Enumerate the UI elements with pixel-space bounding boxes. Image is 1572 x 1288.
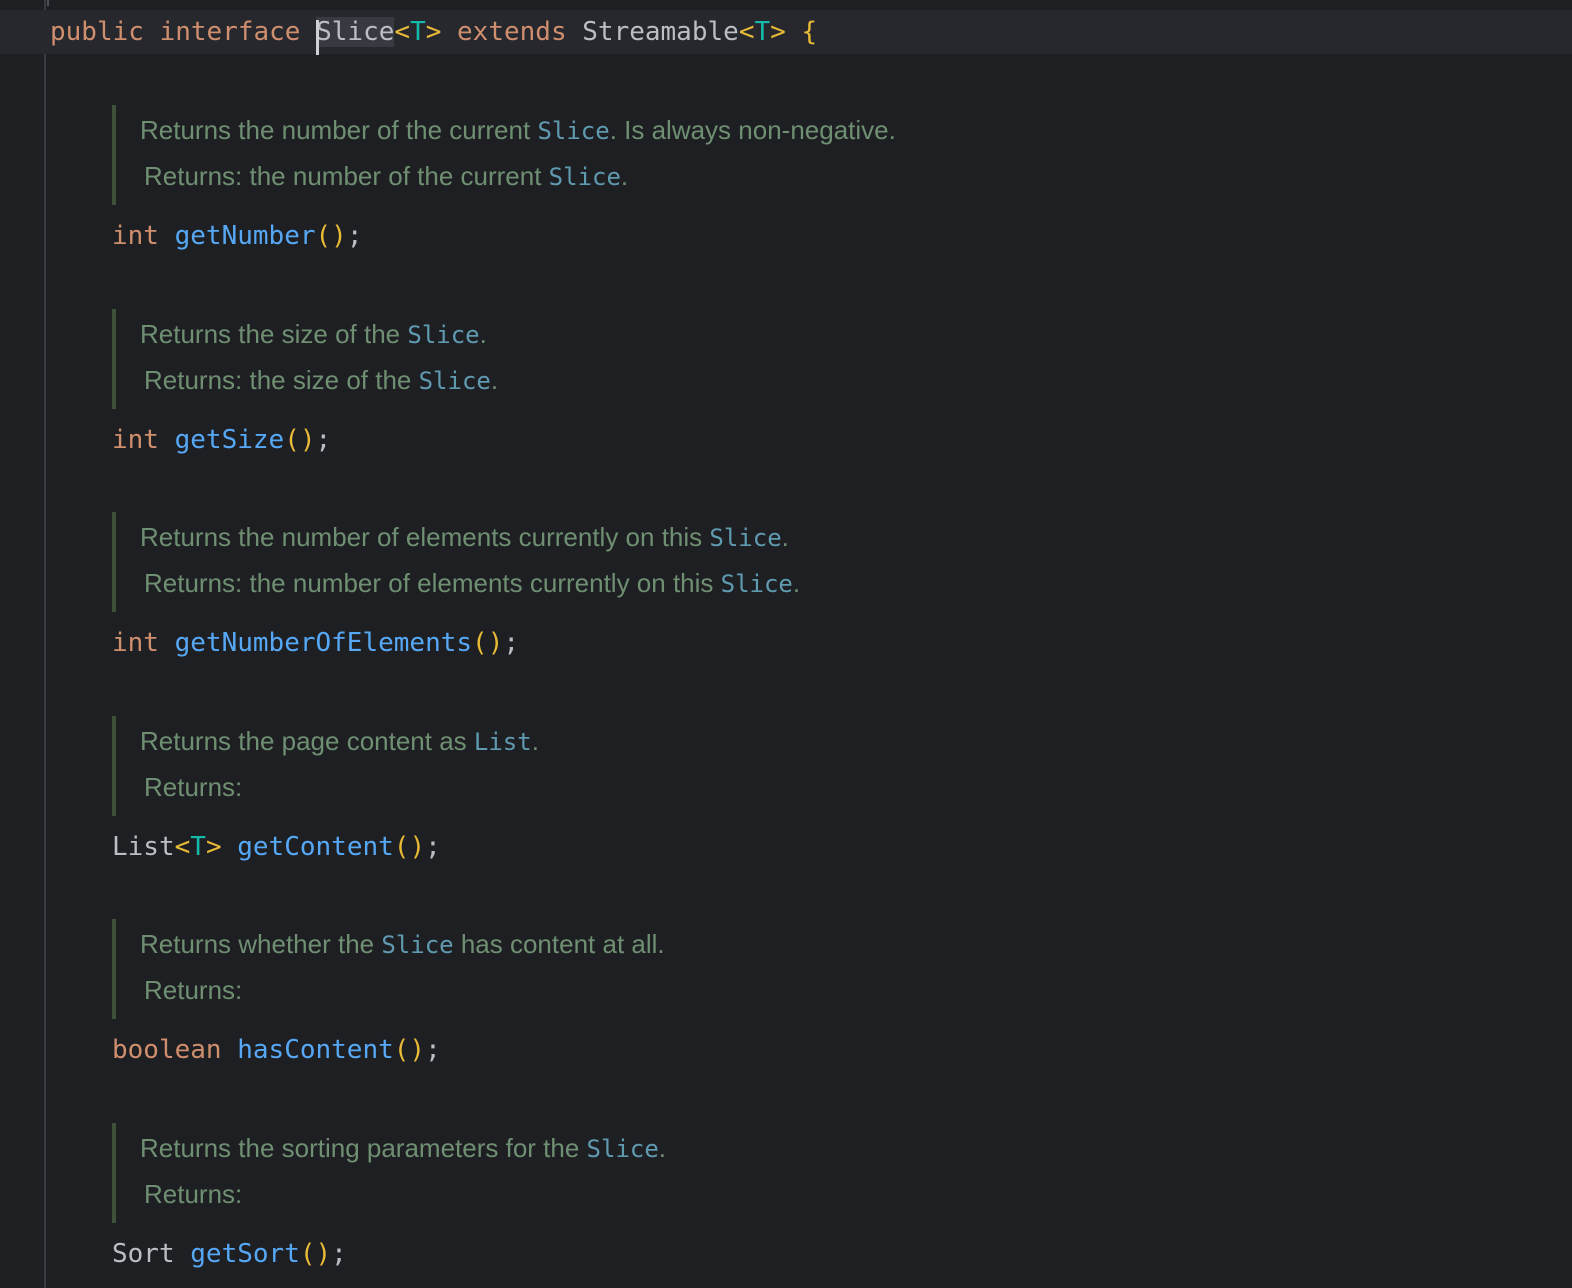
method-declaration[interactable]: Sort getSort();	[112, 1234, 347, 1274]
javadoc-returns: Returns:	[144, 975, 243, 1005]
javadoc-returns: Returns: the number of elements currentl…	[144, 568, 801, 598]
method-name[interactable]: hasContent	[237, 1035, 394, 1065]
method-declaration[interactable]: boolean hasContent();	[112, 1030, 441, 1070]
method-declaration[interactable]: int getNumberOfElements();	[112, 623, 519, 663]
type-parameter: T	[410, 17, 426, 47]
javadoc-block[interactable]: Returns the number of the current Slice.…	[112, 105, 1312, 205]
text-caret	[316, 20, 320, 55]
javadoc-summary: Returns the page content as List.	[140, 726, 539, 756]
parent-interface[interactable]: Streamable	[582, 17, 739, 47]
keyword-interface: interface	[159, 17, 301, 47]
method-name[interactable]: getContent	[237, 832, 394, 862]
javadoc-bar	[112, 105, 116, 205]
javadoc-summary: Returns the number of the current Slice.…	[140, 115, 896, 145]
interface-name[interactable]: Slice	[316, 17, 395, 55]
interface-declaration[interactable]: public interface Slice<T> extends Stream…	[50, 12, 818, 55]
javadoc-block[interactable]: Returns whether the Slice has content at…	[112, 919, 1312, 1019]
method-declaration[interactable]: List<T> getContent();	[112, 827, 441, 867]
method-name[interactable]: getSort	[190, 1239, 300, 1269]
javadoc-summary: Returns the number of elements currently…	[140, 522, 789, 552]
open-brace: {	[801, 17, 818, 47]
method-declaration[interactable]: int getSize();	[112, 420, 331, 460]
indent-guide	[44, 0, 46, 1288]
javadoc-block[interactable]: Returns the size of the Slice. Returns: …	[112, 309, 1312, 409]
method-name[interactable]: getSize	[175, 425, 285, 455]
javadoc-returns: Returns:	[144, 772, 243, 802]
keyword-public: public	[50, 17, 144, 47]
javadoc-bar	[112, 919, 116, 1019]
javadoc-block[interactable]: Returns the number of elements currently…	[112, 512, 1312, 612]
code-editor[interactable]: public interface Slice<T> extends Stream…	[0, 0, 1572, 1288]
javadoc-bar	[112, 309, 116, 409]
javadoc-returns: Returns: the size of the Slice.	[144, 365, 499, 395]
javadoc-bar	[112, 1123, 116, 1223]
method-name[interactable]: getNumberOfElements	[175, 628, 472, 658]
indent-guide-tick	[47, 0, 49, 6]
javadoc-bar	[112, 512, 116, 612]
javadoc-summary: Returns the size of the Slice.	[140, 319, 487, 349]
javadoc-returns: Returns:	[144, 1179, 243, 1209]
javadoc-bar	[112, 716, 116, 816]
javadoc-block[interactable]: Returns the page content as List. Return…	[112, 716, 1312, 816]
method-name[interactable]: getNumber	[175, 221, 316, 251]
javadoc-returns: Returns: the number of the current Slice…	[144, 161, 629, 191]
javadoc-summary: Returns whether the Slice has content at…	[140, 929, 665, 959]
method-declaration[interactable]: int getNumber();	[112, 216, 362, 256]
javadoc-block[interactable]: Returns the sorting parameters for the S…	[112, 1123, 1312, 1223]
javadoc-summary: Returns the sorting parameters for the S…	[140, 1133, 667, 1163]
keyword-extends: extends	[457, 17, 567, 47]
